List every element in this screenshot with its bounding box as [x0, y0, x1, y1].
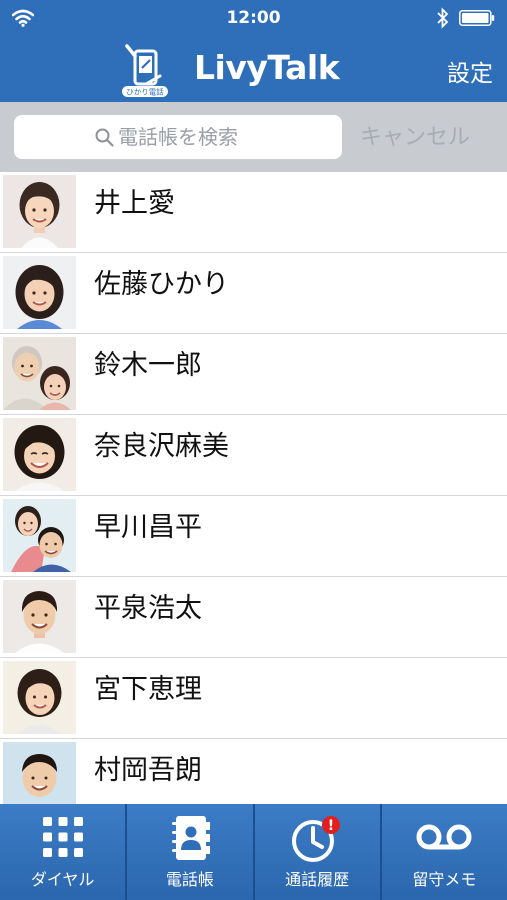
contact-row[interactable]: 井上愛	[0, 172, 507, 253]
contact-name: 井上愛	[94, 188, 175, 219]
contact-row[interactable]: 宮下恵理	[0, 658, 507, 739]
tab-label: ダイヤル	[30, 870, 95, 889]
contact-name: 鈴木一郎	[94, 350, 202, 381]
svg-text:!: !	[328, 818, 334, 834]
status-bar: 12:00	[0, 0, 507, 38]
contact-name: 宮下恵理	[94, 674, 202, 705]
phonebook-icon	[171, 816, 210, 860]
contact-avatar	[3, 580, 76, 653]
contact-row[interactable]: 早川昌平	[0, 496, 507, 577]
contact-row[interactable]: 奈良沢麻美	[0, 415, 507, 496]
tab-dial[interactable]: ダイヤル	[0, 804, 128, 900]
call-history-icon: !	[292, 816, 341, 862]
app-brand-title: LivyTalk	[194, 48, 340, 87]
contact-avatar	[3, 418, 76, 491]
contact-name: 奈良沢麻美	[94, 431, 229, 462]
tab-label: 電話帳	[165, 870, 214, 889]
dialpad-icon	[42, 817, 83, 857]
contact-avatar	[3, 256, 76, 329]
contact-row[interactable]: 鈴木一郎	[0, 334, 507, 415]
search-box[interactable]	[14, 115, 342, 159]
tab-label: 通話履歴	[285, 870, 350, 889]
contact-list[interactable]: 井上愛 佐藤ひかり 鈴木一郎 奈良沢麻美 早川昌平 平泉浩太 宮下恵理 村岡吾朗	[0, 172, 507, 804]
contact-row[interactable]: 平泉浩太	[0, 577, 507, 658]
bluetooth-icon	[437, 7, 449, 29]
search-input[interactable]	[118, 123, 338, 151]
nav-bar: ひかり電話 LivyTalk 設定	[0, 38, 507, 102]
tab-phonebook[interactable]: 電話帳	[127, 804, 255, 900]
status-time: 12:00	[226, 8, 281, 28]
contact-name: 平泉浩太	[94, 593, 202, 624]
cancel-button[interactable]: キャンセル	[360, 119, 470, 151]
logo-caption: ひかり電話	[126, 87, 164, 97]
contact-avatar	[3, 742, 76, 804]
contact-avatar	[3, 661, 76, 734]
contact-row[interactable]: 村岡吾朗	[0, 739, 507, 804]
contact-row[interactable]: 佐藤ひかり	[0, 253, 507, 334]
settings-button[interactable]: 設定	[447, 54, 493, 88]
tab-voicemail[interactable]: 留守メモ	[381, 804, 507, 900]
search-icon	[95, 128, 114, 147]
contact-name: 佐藤ひかり	[94, 269, 229, 300]
contact-name: 早川昌平	[94, 512, 202, 543]
battery-icon	[459, 10, 495, 26]
contact-name: 村岡吾朗	[94, 755, 202, 786]
tab-label: 留守メモ	[412, 870, 477, 889]
hikari-phone-logo-icon: ひかり電話	[122, 44, 168, 97]
contact-avatar	[3, 499, 76, 572]
search-bar: キャンセル	[0, 102, 507, 172]
tab-bar: ダイヤル 電話帳 ! 通話履歴 留守メモ	[0, 804, 507, 900]
voicemail-icon	[416, 824, 472, 850]
contact-avatar	[3, 337, 76, 410]
contact-avatar	[3, 175, 76, 248]
tab-call-history[interactable]: ! 通話履歴	[254, 804, 382, 900]
